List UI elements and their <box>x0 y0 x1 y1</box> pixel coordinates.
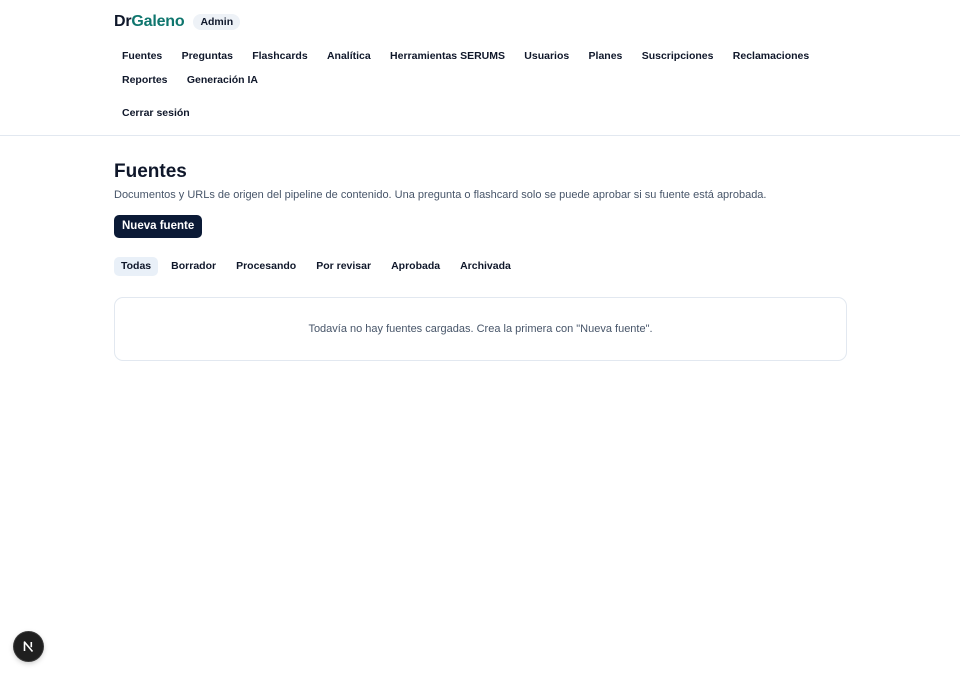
nav-item-generacion-ia[interactable]: Generación IA <box>179 68 266 92</box>
nav-item-flashcards[interactable]: Flashcards <box>244 44 315 68</box>
filter-tab-borrador[interactable]: Borrador <box>164 257 223 276</box>
filter-tab-procesando[interactable]: Procesando <box>229 257 303 276</box>
logout-button[interactable]: Cerrar sesión <box>114 101 198 125</box>
filter-tab-por-revisar[interactable]: Por revisar <box>309 257 378 276</box>
status-filter-tabs: Todas Borrador Procesando Por revisar Ap… <box>114 257 847 276</box>
admin-badge: Admin <box>193 14 241 30</box>
nav-item-suscripciones[interactable]: Suscripciones <box>634 44 722 68</box>
nav-item-herramientas-serums[interactable]: Herramientas SERUMS <box>382 44 513 68</box>
nav-item-reportes[interactable]: Reportes <box>114 68 176 92</box>
empty-state-message: Todavía no hay fuentes cargadas. Crea la… <box>308 323 653 335</box>
filter-tab-aprobada[interactable]: Aprobada <box>384 257 447 276</box>
page-description: Documentos y URLs de origen del pipeline… <box>114 189 767 201</box>
brand-row: DrGaleno Admin <box>114 12 241 32</box>
filter-tab-todas[interactable]: Todas <box>114 257 159 276</box>
nav-item-usuarios[interactable]: Usuarios <box>516 44 577 68</box>
nav-item-fuentes[interactable]: Fuentes <box>114 44 170 68</box>
top-header: DrGaleno Admin Fuentes Preguntas Flashca… <box>0 0 960 136</box>
brand-logo[interactable]: DrGaleno <box>114 13 185 31</box>
brand-logo-dr: Dr <box>114 13 132 30</box>
nav-item-planes[interactable]: Planes <box>581 44 631 68</box>
brand-logo-galeno: Galeno <box>131 13 185 30</box>
empty-state-card: Todavía no hay fuentes cargadas. Crea la… <box>114 297 847 361</box>
main-nav: Fuentes Preguntas Flashcards Analítica H… <box>114 44 844 92</box>
nextjs-n-icon[interactable] <box>14 632 43 661</box>
nav-item-preguntas[interactable]: Preguntas <box>174 44 241 68</box>
main-content: Fuentes Documentos y URLs de origen del … <box>114 160 847 361</box>
n-letter-icon <box>23 641 34 653</box>
nav-item-analitica[interactable]: Analítica <box>319 44 379 68</box>
new-source-button[interactable]: Nueva fuente <box>114 215 203 238</box>
nav-item-reclamaciones[interactable]: Reclamaciones <box>725 44 817 68</box>
page-title: Fuentes <box>114 161 187 182</box>
filter-tab-archivada[interactable]: Archivada <box>453 257 518 276</box>
